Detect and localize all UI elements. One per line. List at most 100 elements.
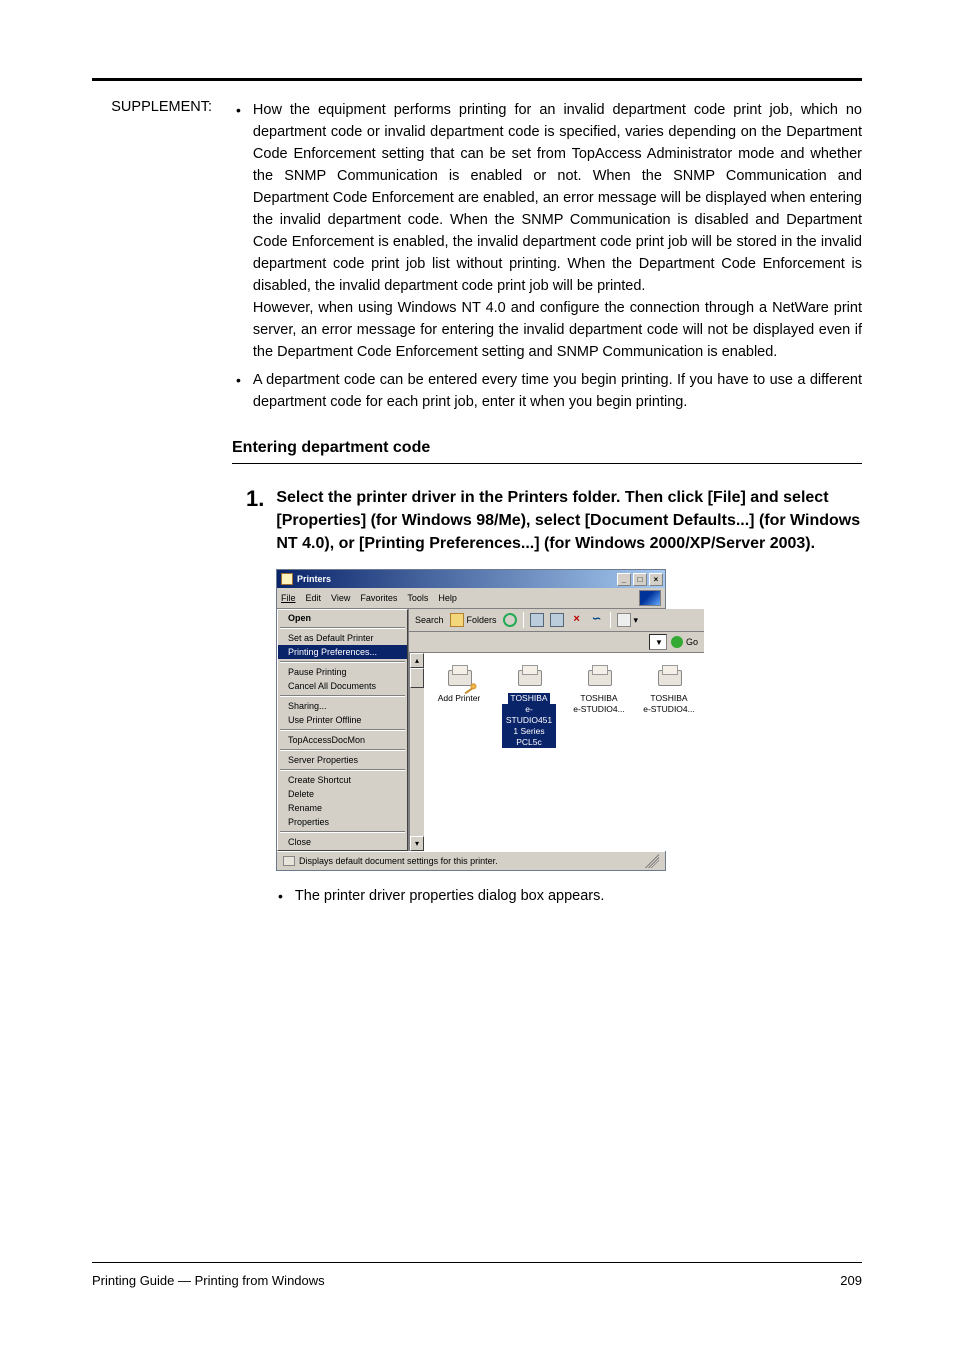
- minimize-button[interactable]: _: [617, 573, 631, 586]
- folders-icon: [450, 613, 464, 627]
- menu-printing-preferences[interactable]: Printing Preferences...: [278, 645, 407, 659]
- delete-icon: ×: [570, 613, 584, 627]
- scrollbar-left[interactable]: ▴ ▾: [409, 653, 424, 851]
- printer-item-selected[interactable]: TOSHIBA e-STUDIO451 1 Series PCL5c: [502, 663, 556, 748]
- resize-grip-icon[interactable]: [645, 854, 659, 868]
- toolbar-history[interactable]: [503, 613, 517, 627]
- section-rule: [232, 463, 862, 464]
- menu-separator: [280, 661, 405, 663]
- result-text: The printer driver properties dialog box…: [295, 885, 605, 907]
- status-bar: Displays default document settings for t…: [277, 851, 665, 870]
- menu-topaccessdocmon[interactable]: TopAccessDocMon: [278, 733, 407, 747]
- go-icon: [671, 636, 683, 648]
- page-footer: Printing Guide — Printing from Windows 2…: [92, 1262, 862, 1288]
- bullet-1-para-2: However, when using Windows NT 4.0 and c…: [253, 297, 862, 363]
- step-1: 1. Select the printer driver in the Prin…: [232, 486, 862, 555]
- printer-icon: [585, 663, 613, 689]
- menu-separator: [280, 627, 405, 629]
- status-printer-icon: [283, 856, 295, 866]
- toolbar: Search Folders × ∽ ▾: [409, 609, 704, 632]
- menu-separator: [280, 769, 405, 771]
- toolbar-separator: [610, 612, 611, 628]
- menu-cancel-all[interactable]: Cancel All Documents: [278, 679, 407, 693]
- menu-close[interactable]: Close: [278, 835, 407, 849]
- printer-label: TOSHIBA e-STUDIO451 1 Series PCL5c: [502, 693, 556, 748]
- toolbar-folders[interactable]: Folders: [450, 613, 497, 627]
- screenshot-container: Printers _ □ × File Edit View Favorites …: [232, 569, 862, 871]
- views-icon: [617, 613, 631, 627]
- bullet-dot-icon: •: [278, 885, 283, 907]
- footer-left: Printing Guide — Printing from Windows: [92, 1273, 325, 1288]
- dropdown-arrow-icon: ▼: [652, 638, 666, 647]
- printer-label: Add Printer: [432, 693, 486, 704]
- scroll-thumb[interactable]: [410, 668, 424, 688]
- body-column: • How the equipment performs printing fo…: [232, 99, 862, 907]
- printer-icon: [515, 663, 543, 689]
- menu-create-shortcut[interactable]: Create Shortcut: [278, 773, 407, 787]
- supplement-label: SUPPLEMENT:: [92, 99, 212, 907]
- step-number: 1.: [246, 486, 264, 555]
- scroll-down-button[interactable]: ▾: [410, 836, 424, 851]
- add-printer-icon: [445, 663, 473, 689]
- printers-window: Printers _ □ × File Edit View Favorites …: [276, 569, 666, 871]
- menu-separator: [280, 749, 405, 751]
- menu-sharing[interactable]: Sharing...: [278, 699, 407, 713]
- menu-set-default[interactable]: Set as Default Printer: [278, 631, 407, 645]
- section-title: Entering department code: [232, 439, 862, 457]
- printer-item[interactable]: TOSHIBA e-STUDIO4...: [572, 663, 626, 715]
- toolbar-undo[interactable]: ∽: [590, 613, 604, 627]
- toolbar-copyto[interactable]: [550, 613, 564, 627]
- menu-separator: [280, 695, 405, 697]
- menu-tools[interactable]: Tools: [407, 593, 428, 603]
- go-button[interactable]: Go: [671, 636, 698, 648]
- copyto-icon: [550, 613, 564, 627]
- add-printer-item[interactable]: Add Printer: [432, 663, 486, 704]
- menu-use-offline[interactable]: Use Printer Offline: [278, 713, 407, 727]
- windows-logo-icon: [639, 590, 661, 606]
- address-bar: ▼ Go: [409, 632, 704, 653]
- printers-icon: [281, 573, 293, 585]
- menu-view[interactable]: View: [331, 593, 350, 603]
- address-dropdown[interactable]: ▼: [649, 634, 667, 650]
- result-bullet: • The printer driver properties dialog b…: [232, 885, 862, 907]
- bullet-1-para-1: How the equipment performs printing for …: [253, 99, 862, 297]
- menu-rename[interactable]: Rename: [278, 801, 407, 815]
- menu-bar: File Edit View Favorites Tools Help: [277, 588, 665, 609]
- bullet-1: • How the equipment performs printing fo…: [232, 99, 862, 363]
- menu-separator: [280, 831, 405, 833]
- toolbar-separator: [523, 612, 524, 628]
- menu-pause-printing[interactable]: Pause Printing: [278, 665, 407, 679]
- printer-label: TOSHIBA e-STUDIO4...: [642, 693, 696, 715]
- menu-delete[interactable]: Delete: [278, 787, 407, 801]
- menu-properties[interactable]: Properties: [278, 815, 407, 829]
- menu-separator: [280, 729, 405, 731]
- printer-label: TOSHIBA e-STUDIO4...: [572, 693, 626, 715]
- bullet-2-text: A department code can be entered every t…: [253, 369, 862, 413]
- menu-favorites[interactable]: Favorites: [360, 593, 397, 603]
- printer-item[interactable]: TOSHIBA e-STUDIO4...: [642, 663, 696, 715]
- moveto-icon: [530, 613, 544, 627]
- footer-rule: [92, 1262, 862, 1263]
- printer-icons-area: Add Printer TOSHIBA e-STUDIO451 1 Series…: [424, 653, 704, 851]
- maximize-button[interactable]: □: [633, 573, 647, 586]
- menu-open[interactable]: Open: [278, 611, 407, 625]
- menu-server-properties[interactable]: Server Properties: [278, 753, 407, 767]
- toolbar-moveto[interactable]: [530, 613, 544, 627]
- menu-help[interactable]: Help: [438, 593, 457, 603]
- file-dropdown-menu: Open Set as Default Printer Printing Pre…: [277, 609, 409, 851]
- scroll-up-button[interactable]: ▴: [410, 653, 424, 668]
- status-text: Displays default document settings for t…: [299, 856, 498, 866]
- main-content: SUPPLEMENT: • How the equipment performs…: [92, 99, 862, 907]
- toolbar-views[interactable]: ▾: [617, 613, 639, 627]
- toolbar-delete[interactable]: ×: [570, 613, 584, 627]
- top-rule: [92, 78, 862, 81]
- window-titlebar[interactable]: Printers _ □ ×: [277, 570, 665, 588]
- step-text: Select the printer driver in the Printer…: [276, 486, 862, 555]
- close-button[interactable]: ×: [649, 573, 663, 586]
- footer-page-number: 209: [840, 1273, 862, 1288]
- bullet-dot-icon: •: [232, 99, 241, 363]
- menu-file[interactable]: File: [281, 593, 296, 603]
- menu-edit[interactable]: Edit: [306, 593, 322, 603]
- toolbar-search[interactable]: Search: [415, 615, 444, 625]
- bullet-dot-icon: •: [232, 369, 241, 413]
